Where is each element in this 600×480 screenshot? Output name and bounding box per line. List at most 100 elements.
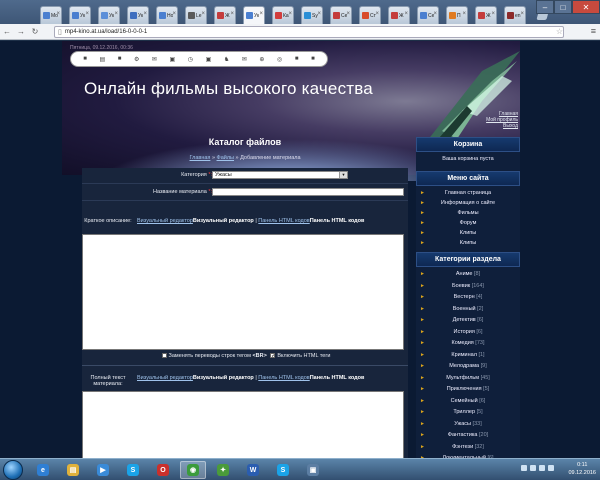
menu-item[interactable]: ► Информация о сайте [416,198,520,208]
browser-tab[interactable]: П × [446,6,468,24]
menu-item[interactable]: ► Форум [416,218,520,228]
category-item[interactable]: ► Криминал [1] [416,350,520,362]
category-item[interactable]: ► Военный [2] [416,304,520,316]
title-input[interactable] [212,188,404,196]
taskbar-item-network[interactable]: ✦ [210,461,236,479]
category-item[interactable]: ► Мультфильм [45] [416,373,520,385]
full-text-textarea[interactable] [82,391,404,458]
bookmark-icon[interactable]: ■ [118,56,122,62]
reload-icon[interactable]: ↻ [28,25,42,39]
back-icon[interactable]: ← [0,25,14,39]
browser-tab[interactable]: Ук × [98,6,120,24]
bookmark-icon[interactable]: ✉ [152,56,157,63]
taskbar-item-explorer[interactable]: ▤ [60,461,86,479]
browser-tab[interactable]: Ж × [214,6,236,24]
tab-close-icon[interactable]: × [143,11,147,17]
category-item[interactable]: ► Комедия [73] [416,338,520,350]
tab-close-icon[interactable]: × [433,11,437,17]
taskbar-item-media-player[interactable]: ▶ [90,461,116,479]
bookmark-icon[interactable]: ✉ [242,56,247,63]
browser-tab[interactable]: Ж × [475,6,497,24]
bookmark-icon[interactable]: ▣ [206,56,212,63]
tab-close-icon[interactable]: × [201,11,205,17]
tab-close-icon[interactable]: × [114,11,118,17]
close-button[interactable]: ✕ [572,0,600,14]
address-bar[interactable]: ▯ mp4-kino.at.ua/load/16-0-0-0-1 [54,26,564,38]
category-item[interactable]: ► Ужасы [33] [416,419,520,431]
browser-tab[interactable]: Но × [156,6,178,24]
tab-close-icon[interactable]: × [346,11,350,17]
category-item[interactable]: ► Детектив [6] [416,315,520,327]
tab-close-icon[interactable]: × [172,11,176,17]
clock[interactable]: 0:11 09.12.2016 [568,461,596,477]
start-button[interactable] [3,460,23,480]
breadcrumb-home[interactable]: Главная [189,155,210,161]
bookmark-icon[interactable]: ◎ [277,56,282,63]
taskbar-item-app-window[interactable]: ▣ [300,461,326,479]
category-item[interactable]: ► Фэнтези [32] [416,442,520,454]
tray-icon[interactable] [530,465,536,471]
taskbar-item-chrome[interactable]: ◉ [180,461,206,479]
browser-tab[interactable]: Ст × [359,6,381,24]
tab-close-icon[interactable]: × [230,11,234,17]
category-item[interactable]: ► Боевик [164] [416,281,520,293]
browser-tab[interactable]: Ук × [69,6,91,24]
browser-tab[interactable]: en × [504,6,526,24]
browser-tab[interactable]: Ук × [127,6,149,24]
tray-icon[interactable] [548,465,554,471]
bookmark-star-icon[interactable]: ☆ [556,27,563,36]
taskbar-item-skype-2[interactable]: S [270,461,296,479]
replace-br-checkbox[interactable] [161,353,167,359]
taskbar-item-opera[interactable]: O [150,461,176,479]
bookmark-icon[interactable]: ■ [295,56,299,62]
category-item[interactable]: ► Семейный [6] [416,396,520,408]
bookmark-icon[interactable]: ▤ [99,56,105,63]
bookmark-icon[interactable]: ◷ [188,56,193,63]
menu-item[interactable]: ► Фильмы [416,208,520,218]
category-item[interactable]: ► Мелодрама [9] [416,361,520,373]
maximize-button[interactable]: □ [554,0,572,14]
tab-close-icon[interactable]: × [404,11,408,17]
tab-close-icon[interactable]: × [491,11,495,17]
short-description-textarea[interactable] [82,234,404,350]
taskbar-item-ie[interactable]: e [30,461,56,479]
visual-editor-link[interactable]: Визуальный редактор [137,375,193,381]
bookmark-icon[interactable]: ⚙ [134,56,139,63]
enable-html-checkbox[interactable]: ✔ [270,353,276,359]
category-item[interactable]: ► Вестерн [4] [416,292,520,304]
category-item[interactable]: ► Триллер [5] [416,407,520,419]
tab-close-icon[interactable]: × [56,11,60,17]
menu-item[interactable]: ► Клипы [416,228,520,238]
forward-icon[interactable]: → [14,25,28,39]
tab-close-icon[interactable]: × [288,11,292,17]
html-panel-link[interactable]: Панель HTML кодов [258,218,309,224]
menu-item[interactable]: ► Главная страница [416,188,520,198]
html-panel-link[interactable]: Панель HTML кодов [258,375,309,381]
category-item[interactable]: ► Аниме [8] [416,269,520,281]
tab-close-icon[interactable]: × [462,11,466,17]
bookmark-icon[interactable]: ⊕ [259,56,264,63]
category-select[interactable]: Ужасы ▼ [212,171,348,179]
category-item[interactable]: ► История [6] [416,327,520,339]
logout-link[interactable]: Выход [486,123,518,129]
tab-close-icon[interactable]: × [317,11,321,17]
tab-close-icon[interactable]: × [259,11,263,17]
minimize-button[interactable]: – [536,0,554,14]
tray-icon[interactable] [539,465,545,471]
browser-tab[interactable]: Sy × [301,6,323,24]
tab-close-icon[interactable]: × [520,11,524,17]
browser-tab[interactable]: Ка × [272,6,294,24]
browser-tab[interactable]: Се × [417,6,439,24]
bookmark-icon[interactable]: ▣ [170,56,176,63]
tab-close-icon[interactable]: × [85,11,89,17]
browser-tab[interactable]: Le × [185,6,207,24]
browser-tab[interactable]: Mo × [40,6,62,24]
browser-tab[interactable]: Се × [330,6,352,24]
bookmark-icon[interactable]: ■ [311,56,315,62]
menu-item[interactable]: ► Клипы [416,238,520,248]
breadcrumb-files[interactable]: Файлы [217,155,234,161]
chrome-menu-icon[interactable]: ≡ [591,26,596,36]
bookmark-icon[interactable]: ♞ [224,56,229,63]
browser-tab[interactable]: Ж × [388,6,410,24]
visual-editor-link[interactable]: Визуальный редактор [137,218,193,224]
